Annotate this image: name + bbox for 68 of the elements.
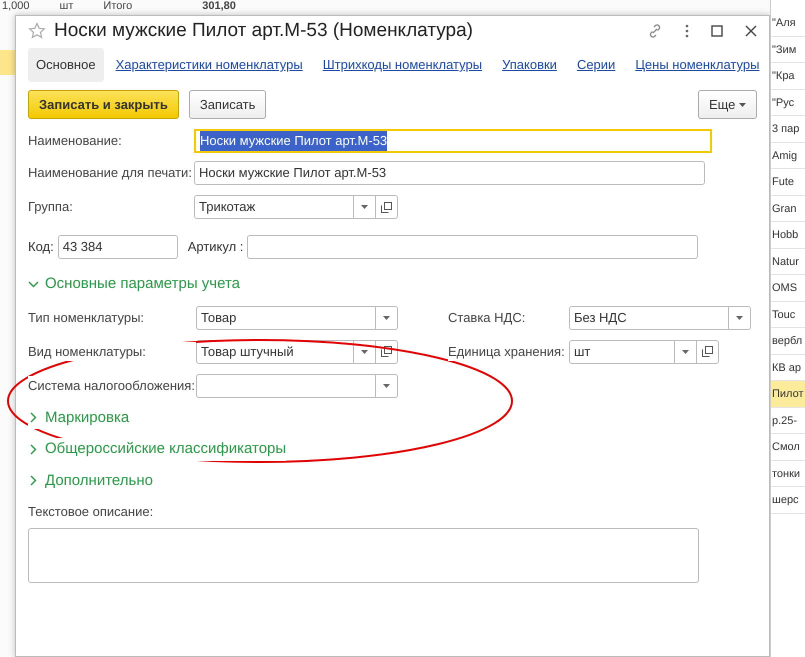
save-button[interactable]: Записать	[188, 90, 266, 119]
background-text: Итого	[103, 0, 132, 14]
chevron-right-icon	[28, 412, 39, 424]
tab[interactable]: Серии	[568, 48, 624, 82]
open-icon	[702, 346, 713, 357]
section-header[interactable]: Общероссийские классификаторы	[28, 438, 286, 460]
field-label: Код:	[28, 238, 54, 256]
open-icon	[381, 346, 392, 357]
dropdown-icon	[736, 316, 743, 320]
list-item[interactable]: р.25-	[771, 408, 805, 434]
field-combo[interactable]	[196, 374, 398, 398]
tab[interactable]: Штрихкоды номенклатуры	[314, 48, 490, 82]
more-icon[interactable]	[685, 24, 689, 38]
list-item[interactable]: "Рус	[771, 90, 805, 116]
chevron-right-icon	[28, 444, 39, 455]
list-item[interactable]: Пилот	[771, 381, 805, 408]
field-label: Текстовое описание:	[28, 503, 154, 521]
background-text: шт	[60, 0, 74, 14]
field-label: Вид номенклатуры:	[28, 342, 196, 362]
field-combo[interactable]: Товар штучный	[196, 340, 398, 364]
group-combo[interactable]: Трикотаж	[194, 195, 398, 219]
row-highlight	[0, 50, 15, 75]
window-title: Носки мужские Пилот арт.М-53 (Номенклатура)	[54, 18, 474, 43]
dropdown-icon	[361, 350, 368, 354]
maximize-icon[interactable]	[711, 25, 723, 37]
field-combo[interactable]: шт	[569, 340, 719, 364]
list-item[interactable]: Gran	[771, 196, 805, 222]
list-item[interactable]: "Кра	[771, 63, 805, 90]
more-button[interactable]: Еще	[698, 90, 757, 119]
field-combo[interactable]: Товар	[196, 306, 398, 330]
dropdown-icon	[682, 350, 689, 354]
list-item[interactable]: "Зим	[771, 36, 805, 63]
caret-icon	[739, 103, 746, 108]
tab[interactable]: Цены номенклатуры	[627, 48, 768, 82]
dropdown-icon	[383, 384, 390, 388]
field-label: Артикул :	[188, 238, 244, 256]
list-item[interactable]: вербл	[771, 328, 805, 354]
field-combo[interactable]: Без НДС	[569, 306, 751, 330]
dropdown-icon	[383, 316, 390, 320]
list-item[interactable]: Natur	[771, 248, 805, 275]
tab[interactable]: Характеристики номенклатуры	[108, 48, 311, 82]
list-item[interactable]: OMS	[771, 275, 805, 302]
description-field[interactable]	[28, 528, 699, 582]
chevron-right-icon	[28, 475, 39, 486]
article-field[interactable]	[247, 235, 698, 259]
background-text: 1,000	[2, 0, 30, 14]
link-icon[interactable]	[647, 23, 663, 39]
list-item[interactable]: 3 пар	[771, 116, 805, 142]
dropdown-icon	[361, 205, 368, 209]
open-icon	[381, 202, 392, 212]
star-icon	[28, 22, 46, 40]
close-icon[interactable]	[745, 25, 757, 37]
list-item[interactable]: тонки	[771, 460, 805, 487]
name-field[interactable]: Носки мужские Пилот арт.М-53	[194, 129, 712, 153]
save-and-close-button[interactable]: Записать и закрыть	[28, 90, 179, 119]
print-name-field[interactable]: Носки мужские Пилот арт.М-53	[194, 161, 705, 185]
tab[interactable]: Упаковки	[494, 48, 565, 82]
list-item[interactable]: Amig	[771, 142, 805, 169]
tab[interactable]: Основное	[28, 48, 104, 82]
chevron-down-icon	[28, 278, 39, 290]
list-item[interactable]: Fute	[771, 169, 805, 196]
list-item[interactable]: Hobb	[771, 222, 805, 248]
list-item[interactable]: "Аля	[771, 10, 805, 36]
background-text: 301,80	[202, 0, 236, 14]
list-item[interactable]: Touc	[771, 302, 805, 328]
list-item[interactable]: Смол	[771, 434, 805, 460]
code-field[interactable]: 43 384	[58, 235, 178, 259]
list-item[interactable]: шерс	[771, 487, 805, 514]
